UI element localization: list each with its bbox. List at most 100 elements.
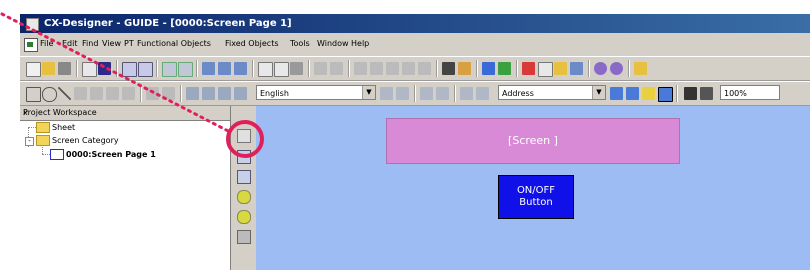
standard-toolbar <box>20 56 810 81</box>
menu-view[interactable]: View <box>102 34 121 54</box>
screen-canvas[interactable]: [Screen ] ON/OFF Button <box>256 106 810 270</box>
folder-icon <box>36 122 50 133</box>
paste-icon[interactable] <box>386 62 399 75</box>
text-attribute-icon[interactable] <box>380 87 393 100</box>
align-center-icon[interactable] <box>436 87 449 100</box>
project-icon[interactable] <box>482 62 495 75</box>
folder-icon[interactable] <box>554 62 567 75</box>
fill-color-icon[interactable] <box>684 87 697 100</box>
lamp-icon[interactable] <box>642 87 655 100</box>
zoom-select[interactable]: 100% <box>720 85 780 100</box>
cut-icon[interactable] <box>354 62 367 75</box>
front-icon[interactable] <box>186 87 199 100</box>
sector-icon[interactable] <box>106 87 119 100</box>
frame-object-icon[interactable] <box>237 150 251 164</box>
separator <box>414 85 416 102</box>
paste-screen-icon[interactable] <box>138 62 153 77</box>
menu-find[interactable]: Find <box>82 34 98 54</box>
justify-icon[interactable] <box>476 87 489 100</box>
circle-icon[interactable] <box>42 87 57 102</box>
list-icon[interactable] <box>538 62 553 77</box>
align-icon[interactable] <box>234 62 247 75</box>
forward-icon[interactable] <box>218 87 231 100</box>
folder-icon <box>36 135 50 146</box>
group-icon[interactable] <box>146 87 159 100</box>
line-icon[interactable] <box>58 87 71 100</box>
copy-icon[interactable] <box>370 62 383 75</box>
help-icon[interactable] <box>634 62 647 75</box>
output-icon[interactable] <box>570 62 583 75</box>
separator <box>180 85 182 102</box>
copy-screen-icon[interactable] <box>122 62 137 77</box>
polygon-icon[interactable] <box>90 87 103 100</box>
screen-label-object[interactable]: [Screen ] <box>386 118 680 164</box>
rectangle-icon[interactable] <box>26 87 41 102</box>
menu-pt[interactable]: PT <box>124 34 134 54</box>
check-icon[interactable] <box>522 62 535 75</box>
window-title: CX-Designer - GUIDE - [0000:Screen Page … <box>44 18 292 29</box>
backward-icon[interactable] <box>234 87 247 100</box>
simulation-icon[interactable] <box>594 62 607 75</box>
menu-window[interactable]: Window <box>317 34 349 54</box>
lamp-object-icon[interactable] <box>237 190 251 204</box>
separator <box>588 60 590 77</box>
screen-page-icon <box>50 149 64 160</box>
open-folder-icon[interactable] <box>42 62 55 75</box>
line-color-icon[interactable] <box>700 87 713 100</box>
page-icon[interactable] <box>82 62 97 77</box>
menu-functional-objects[interactable]: Functional Objects <box>137 34 211 54</box>
polyline-icon[interactable] <box>74 87 87 100</box>
menu-help[interactable]: Help <box>351 34 369 54</box>
menu-file[interactable]: File <box>40 34 53 54</box>
test-icon[interactable] <box>610 62 623 75</box>
arc-icon[interactable] <box>122 87 135 100</box>
properties-icon[interactable] <box>498 62 511 75</box>
separator <box>348 60 350 77</box>
tree-item-label: Screen Category <box>52 136 119 145</box>
delete-icon[interactable] <box>402 62 415 75</box>
chevron-down-icon[interactable]: ▼ <box>362 86 375 99</box>
screen-object-icon[interactable] <box>237 129 251 143</box>
align-right-icon[interactable] <box>460 87 473 100</box>
frame-icon[interactable] <box>626 87 639 100</box>
print-icon[interactable] <box>58 62 71 75</box>
undo-icon[interactable] <box>314 62 327 75</box>
menu-fixed-objects[interactable]: Fixed Objects <box>225 34 279 54</box>
close-icon[interactable]: x <box>23 106 227 120</box>
on-off-button-object[interactable]: ON/OFF Button <box>498 175 574 219</box>
document-view-icon[interactable] <box>258 62 273 77</box>
pointer-icon[interactable] <box>658 87 673 102</box>
word-lamp-object-icon[interactable] <box>237 210 251 224</box>
align-left-icon[interactable] <box>420 87 433 100</box>
wizard-icon[interactable] <box>458 62 471 75</box>
compare-icon[interactable] <box>178 62 193 77</box>
save-icon[interactable] <box>98 62 111 75</box>
zoom-value: 100% <box>724 89 747 98</box>
font-icon[interactable] <box>442 62 455 75</box>
menu-edit[interactable]: Edit <box>62 34 78 54</box>
transfer-icon[interactable] <box>162 62 177 77</box>
back-icon[interactable] <box>202 87 215 100</box>
document-icon[interactable] <box>24 38 38 52</box>
address-select[interactable]: Address ▼ <box>498 85 606 100</box>
numeral-object-icon[interactable] <box>237 230 251 244</box>
table-object-icon[interactable] <box>237 170 251 184</box>
language-select[interactable]: English ▼ <box>256 85 376 100</box>
separator <box>140 85 142 102</box>
language-value: English <box>260 89 289 98</box>
layout-icon[interactable] <box>218 62 231 75</box>
display-icon[interactable] <box>610 87 623 100</box>
grid-icon[interactable] <box>202 62 215 75</box>
new-icon[interactable] <box>26 62 41 77</box>
expand-icon[interactable]: - <box>25 137 34 146</box>
preview-icon[interactable] <box>274 62 289 77</box>
tree-item-label: 0000:Screen Page 1 <box>66 150 156 159</box>
tree-item-label: Sheet <box>52 123 76 132</box>
find-icon[interactable] <box>418 62 431 75</box>
text-color-icon[interactable] <box>396 87 409 100</box>
menu-tools[interactable]: Tools <box>290 34 310 54</box>
chevron-down-icon[interactable]: ▼ <box>592 86 605 99</box>
ungroup-icon[interactable] <box>162 87 175 100</box>
print-preview-icon[interactable] <box>290 62 303 75</box>
redo-icon[interactable] <box>330 62 343 75</box>
